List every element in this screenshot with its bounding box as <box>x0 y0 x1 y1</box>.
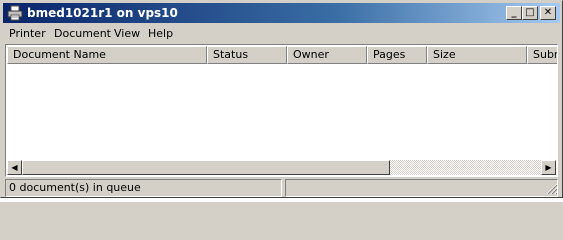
window-title: bmed1021r1 on vps10 <box>27 6 178 20</box>
horizontal-scrollbar[interactable]: ◀ ▶ <box>7 160 556 175</box>
desktop-background <box>0 198 563 202</box>
column-header-pages[interactable]: Pages <box>367 46 427 64</box>
menu-bar: Printer Document View Help <box>3 24 560 43</box>
printer-queue-window: bmed1021r1 on vps10 _ □ ✕ Printer Docume… <box>0 0 563 198</box>
scroll-right-button[interactable]: ▶ <box>541 160 556 175</box>
arrow-right-icon: ▶ <box>545 163 552 172</box>
status-secondary-pane <box>285 179 558 197</box>
list-header: Document Name Status Owner Pages Size Su… <box>7 46 557 64</box>
menu-printer[interactable]: Printer <box>9 27 46 40</box>
column-header-status[interactable]: Status <box>207 46 287 64</box>
column-header-owner[interactable]: Owner <box>287 46 367 64</box>
maximize-button[interactable]: □ <box>522 6 538 20</box>
column-header-document-name[interactable]: Document Name <box>7 46 207 64</box>
print-queue-list[interactable]: Document Name Status Owner Pages Size Su… <box>5 44 558 177</box>
minimize-button[interactable]: _ <box>506 6 522 20</box>
column-header-submitted[interactable]: Subm <box>527 46 557 64</box>
menu-help[interactable]: Help <box>148 27 173 40</box>
column-header-size[interactable]: Size <box>427 46 527 64</box>
arrow-left-icon: ◀ <box>11 163 18 172</box>
status-queue-count: 0 document(s) in queue <box>5 179 282 197</box>
title-bar[interactable]: bmed1021r1 on vps10 _ □ ✕ <box>3 3 560 23</box>
scroll-thumb[interactable] <box>22 160 390 175</box>
menu-view[interactable]: View <box>114 27 140 40</box>
scroll-left-button[interactable]: ◀ <box>7 160 22 175</box>
status-bar: 0 document(s) in queue <box>3 179 560 197</box>
resize-grip-icon[interactable] <box>546 183 558 195</box>
printer-icon[interactable] <box>7 5 23 21</box>
menu-document[interactable]: Document <box>54 27 111 40</box>
close-button[interactable]: ✕ <box>540 6 556 20</box>
